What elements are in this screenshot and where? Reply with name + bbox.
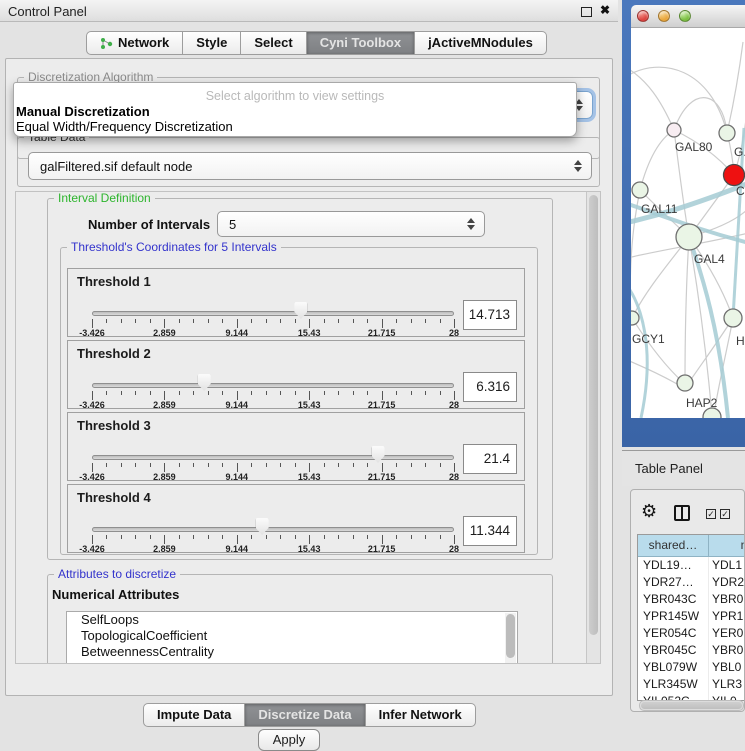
network-canvas[interactable]: GAL80 G. C GAL11 GAL4 GCY1 H HAP2 bbox=[631, 28, 745, 418]
table-row[interactable]: YBR045CYBR0 bbox=[638, 642, 745, 659]
numerical-attributes-label: Numerical Attributes bbox=[52, 587, 179, 602]
close-icon[interactable]: ✖ bbox=[600, 3, 610, 17]
node-gal11[interactable] bbox=[632, 182, 648, 198]
checkbox-icon[interactable]: ✓ bbox=[706, 509, 716, 519]
zoom-traffic-light-icon[interactable] bbox=[679, 10, 691, 22]
slider-track[interactable] bbox=[92, 383, 454, 388]
column-layout-icon[interactable] bbox=[674, 505, 690, 521]
node-h[interactable] bbox=[724, 309, 742, 327]
attributes-title: Attributes to discretize bbox=[54, 567, 180, 581]
thresholds-group: Threshold's Coordinates for 5 Intervals … bbox=[60, 247, 538, 555]
slider-thumb[interactable] bbox=[294, 302, 307, 319]
tab-infer-network[interactable]: Infer Network bbox=[366, 703, 476, 727]
table-row[interactable]: YDL19…YDL1 bbox=[638, 557, 745, 574]
top-tabbar: Network Style Select Cyni Toolbox jActiv… bbox=[86, 31, 547, 55]
table-horizontal-scrollbar[interactable] bbox=[639, 700, 744, 711]
network-window-titlebar[interactable] bbox=[631, 5, 745, 28]
svg-text:C: C bbox=[736, 184, 745, 198]
list-item[interactable]: TopologicalCoefficient bbox=[67, 628, 517, 644]
svg-text:GAL11: GAL11 bbox=[641, 202, 678, 216]
table-panel: ⚙ ✓ ✓ shared… n YDL19…YDL1 YDR27…YDR2 YB… bbox=[630, 489, 745, 712]
settings-scrollbar[interactable] bbox=[586, 192, 600, 663]
dropdown-item-equal-width[interactable]: Equal Width/Frequency Discretization bbox=[16, 119, 233, 134]
slider-thumb[interactable] bbox=[256, 518, 269, 535]
tab-style[interactable]: Style bbox=[183, 31, 241, 55]
table-row[interactable]: YBL079WYBL0 bbox=[638, 659, 745, 676]
threshold-value-field[interactable]: 6.316 bbox=[463, 372, 517, 402]
numerical-attributes-list[interactable]: SelfLoops TopologicalCoefficient Between… bbox=[66, 611, 518, 664]
num-intervals-combo[interactable]: 5 bbox=[217, 211, 485, 237]
svg-text:GAL80: GAL80 bbox=[675, 140, 713, 154]
threshold-3-panel: Threshold 3 -3.426 2.859 9.144 15.43 21.… bbox=[67, 412, 525, 481]
table-panel-title: Table Panel bbox=[635, 461, 703, 476]
svg-text:GAL4: GAL4 bbox=[694, 252, 725, 266]
table-data-combo[interactable]: galFiltered.sif default node bbox=[28, 152, 592, 180]
svg-text:GCY1: GCY1 bbox=[632, 332, 665, 346]
gear-icon[interactable]: ⚙ bbox=[641, 502, 657, 520]
tab-cyni-toolbox[interactable]: Cyni Toolbox bbox=[307, 31, 415, 55]
attributes-group: Attributes to discretize Numerical Attri… bbox=[47, 574, 553, 664]
column-header-name[interactable]: n bbox=[709, 535, 745, 557]
table-row[interactable]: YER054CYER0 bbox=[638, 625, 745, 642]
network-view-window[interactable]: GAL80 G. C GAL11 GAL4 GCY1 H HAP2 bbox=[622, 0, 745, 447]
slider-thumb[interactable] bbox=[372, 446, 385, 463]
list-item[interactable]: BetweennessCentrality bbox=[67, 644, 517, 660]
slider-thumb[interactable] bbox=[198, 374, 211, 391]
network-icon bbox=[100, 37, 113, 50]
tab-impute-data[interactable]: Impute Data bbox=[143, 703, 245, 727]
slider-track[interactable] bbox=[92, 311, 454, 316]
node-selected-red[interactable] bbox=[724, 165, 745, 186]
list-scrollbar[interactable] bbox=[505, 613, 516, 664]
node-gal80[interactable] bbox=[667, 123, 681, 137]
apply-button[interactable]: Apply bbox=[258, 729, 320, 751]
checkbox-icon[interactable]: ✓ bbox=[720, 509, 730, 519]
float-window-icon[interactable] bbox=[581, 7, 592, 17]
dropdown-hint: Select algorithm to view settings bbox=[14, 89, 576, 103]
svg-text:H: H bbox=[736, 334, 745, 348]
table-panel-header: Table Panel bbox=[622, 450, 745, 486]
threshold-2-panel: Threshold 2 -3.426 2.859 9.144 15.43 21.… bbox=[67, 340, 525, 409]
minimize-traffic-light-icon[interactable] bbox=[658, 10, 670, 22]
threshold-value-field[interactable]: 14.713 bbox=[463, 300, 517, 330]
tab-discretize-data[interactable]: Discretize Data bbox=[245, 703, 365, 727]
svg-text:G.: G. bbox=[734, 145, 745, 159]
dropdown-item-manual[interactable]: Manual Discretization bbox=[16, 104, 150, 119]
tab-select[interactable]: Select bbox=[241, 31, 306, 55]
control-panel-titlebar: Control Panel ✖ bbox=[0, 0, 618, 22]
table-row[interactable]: YPR145WYPR1 bbox=[638, 608, 745, 625]
column-header-shared-name[interactable]: shared… bbox=[638, 535, 709, 557]
algorithm-dropdown-popup: Select algorithm to view settings Manual… bbox=[13, 82, 577, 137]
tab-jactivemnodules[interactable]: jActiveMNodules bbox=[415, 31, 547, 55]
cyni-toolbox-panel: Discretization Algorithm Table Data galF… bbox=[5, 58, 613, 696]
num-intervals-label: Number of Intervals bbox=[88, 217, 210, 232]
bottom-tabbar: Impute Data Discretize Data Infer Networ… bbox=[143, 703, 476, 727]
list-item[interactable]: SelfLoops bbox=[67, 612, 517, 628]
node[interactable] bbox=[719, 125, 735, 141]
table-row[interactable]: YDR27…YDR2 bbox=[638, 574, 745, 591]
node-gcy1[interactable] bbox=[631, 311, 639, 325]
close-traffic-light-icon[interactable] bbox=[637, 10, 649, 22]
combo-arrows-icon bbox=[574, 160, 582, 172]
svg-text:HAP2: HAP2 bbox=[686, 396, 718, 410]
threshold-1-panel: Threshold 1 -3.426 2.859 9.144 15.43 21.… bbox=[67, 268, 525, 337]
combo-arrows-icon bbox=[467, 218, 475, 230]
thresholds-group-title: Threshold's Coordinates for 5 Intervals bbox=[67, 240, 281, 254]
table-row[interactable]: YLR345WYLR3 bbox=[638, 676, 745, 693]
node-gal4[interactable] bbox=[676, 224, 702, 250]
threshold-4-panel: Threshold 4 -3.426 2.859 9.144 15.43 21.… bbox=[67, 484, 525, 553]
tab-network[interactable]: Network bbox=[86, 31, 183, 55]
threshold-value-field[interactable]: 21.4 bbox=[463, 444, 517, 474]
table-row[interactable]: YBR043CYBR0 bbox=[638, 591, 745, 608]
interval-definition-group: Interval Definition Number of Intervals … bbox=[47, 198, 553, 560]
window-title: Control Panel bbox=[8, 4, 87, 19]
threshold-value-field[interactable]: 11.344 bbox=[463, 516, 517, 546]
node-attribute-table: shared… n YDL19…YDL1 YDR27…YDR2 YBR043CY… bbox=[637, 534, 745, 701]
table-header-row: shared… n bbox=[638, 535, 745, 557]
node-hap2[interactable] bbox=[677, 375, 693, 391]
slider-track[interactable] bbox=[92, 527, 454, 532]
interval-definition-title: Interval Definition bbox=[54, 191, 155, 205]
table-data-group: Table Data galFiltered.sif default node bbox=[17, 137, 600, 187]
settings-scroll-viewport: Interval Definition Number of Intervals … bbox=[15, 191, 601, 664]
slider-track[interactable] bbox=[92, 455, 454, 460]
